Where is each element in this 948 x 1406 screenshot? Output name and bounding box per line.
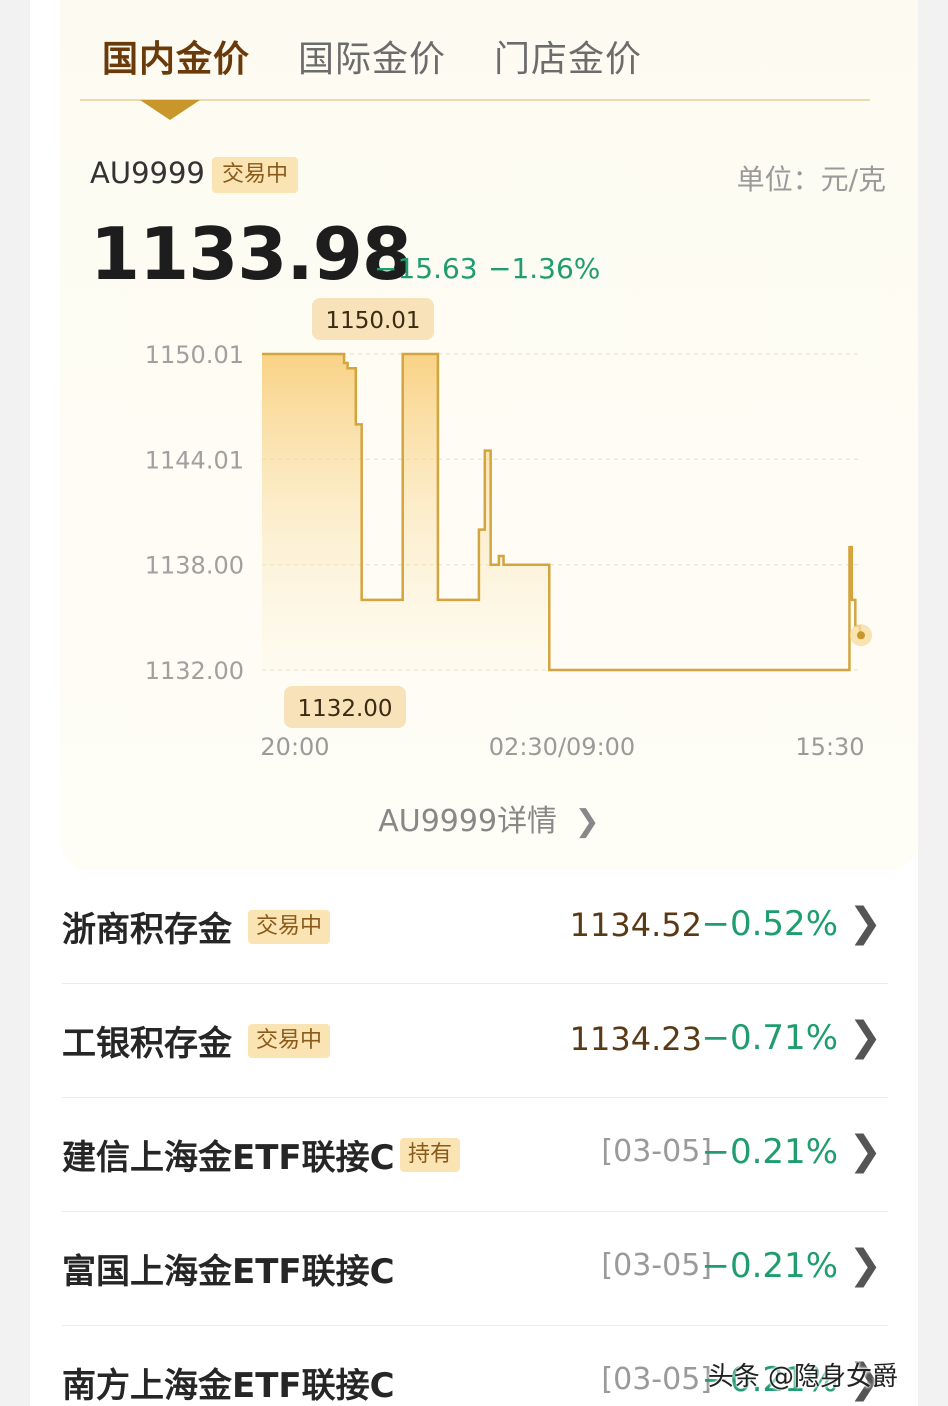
chevron-right-icon: ❯ bbox=[848, 900, 882, 946]
detail-link[interactable]: AU9999详情 ❯ bbox=[60, 796, 918, 840]
watermark: 头条 @隐身女爵 bbox=[707, 1362, 898, 1392]
quote-status-badge: 交易中 bbox=[212, 157, 299, 193]
product-change-percent: −0.21% bbox=[701, 1132, 839, 1172]
y-tick-label: 1144.01 bbox=[145, 446, 244, 474]
product-date: [03-05] bbox=[601, 1362, 712, 1397]
tab-store-gold[interactable]: 门店金价 bbox=[494, 30, 642, 82]
product-row[interactable]: 工银积存金 交易中 1134.23 −0.71% ❯ bbox=[62, 984, 888, 1098]
product-status-badge: 持有 bbox=[400, 1138, 461, 1172]
chevron-right-icon: ❯ bbox=[574, 804, 600, 839]
product-row[interactable]: 建信上海金ETF联接C 持有 [03-05] −0.21% ❯ bbox=[62, 1098, 888, 1212]
tab-international-gold[interactable]: 国际金价 bbox=[298, 30, 446, 82]
product-name: 浙商积存金 bbox=[62, 910, 232, 950]
product-name: 富国上海金ETF联接C bbox=[62, 1252, 395, 1292]
product-change-percent: −0.21% bbox=[701, 1246, 839, 1286]
gold-price-card: 国内金价 国际金价 门店金价 AU9999 交易中 单位：元/克 1133.98… bbox=[60, 0, 918, 870]
product-row[interactable]: 浙商积存金 交易中 1134.52 −0.52% ❯ bbox=[62, 870, 888, 984]
page-surface: 国内金价 国际金价 门店金价 AU9999 交易中 单位：元/克 1133.98… bbox=[30, 0, 918, 1406]
price-change: −15.63 bbox=[374, 252, 478, 285]
active-tab-indicator bbox=[140, 100, 200, 120]
tab-domestic-gold[interactable]: 国内金价 bbox=[102, 30, 250, 82]
product-name: 工银积存金 bbox=[62, 1024, 232, 1064]
chevron-right-icon: ❯ bbox=[848, 1128, 882, 1174]
product-date: [03-05] bbox=[601, 1134, 712, 1169]
chevron-right-icon: ❯ bbox=[848, 1242, 882, 1288]
intraday-price-chart: 1150.01 1144.01 1138.00 1132.00 20:00 02:30/… bbox=[145, 298, 872, 761]
high-price-label: 1150.01 bbox=[325, 308, 420, 334]
price-area-fill bbox=[262, 354, 550, 670]
product-price: 1134.52 bbox=[569, 906, 702, 944]
current-price: 1133.98 bbox=[90, 212, 412, 296]
product-change-percent: −0.71% bbox=[701, 1018, 839, 1058]
product-status-badge: 交易中 bbox=[248, 1024, 331, 1058]
product-row[interactable]: 富国上海金ETF联接C [03-05] −0.21% ❯ bbox=[62, 1212, 888, 1326]
x-tick-label: 02:30/09:00 bbox=[489, 733, 635, 761]
product-name: 南方上海金ETF联接C bbox=[62, 1366, 395, 1406]
price-change-percent: −1.36% bbox=[488, 252, 601, 285]
x-tick-label: 15:30 bbox=[795, 733, 864, 761]
y-tick-label: 1132.00 bbox=[145, 657, 244, 685]
last-price-dot bbox=[857, 631, 865, 640]
x-tick-label: 20:00 bbox=[260, 733, 329, 761]
y-tick-label: 1138.00 bbox=[145, 552, 244, 580]
product-date: [03-05] bbox=[601, 1248, 712, 1283]
detail-link-label: AU9999详情 bbox=[378, 804, 558, 839]
product-status-badge: 交易中 bbox=[248, 910, 331, 944]
product-price: 1134.23 bbox=[569, 1020, 702, 1058]
price-unit: 单位：元/克 bbox=[736, 163, 886, 196]
tab-bar: 国内金价 国际金价 门店金价 bbox=[60, 0, 918, 120]
product-change-percent: −0.52% bbox=[701, 904, 839, 944]
y-tick-label: 1150.01 bbox=[145, 341, 244, 369]
chevron-right-icon: ❯ bbox=[848, 1014, 882, 1060]
product-name: 建信上海金ETF联接C bbox=[62, 1138, 395, 1178]
quote-code: AU9999 bbox=[90, 156, 205, 190]
low-price-label: 1132.00 bbox=[297, 696, 392, 722]
